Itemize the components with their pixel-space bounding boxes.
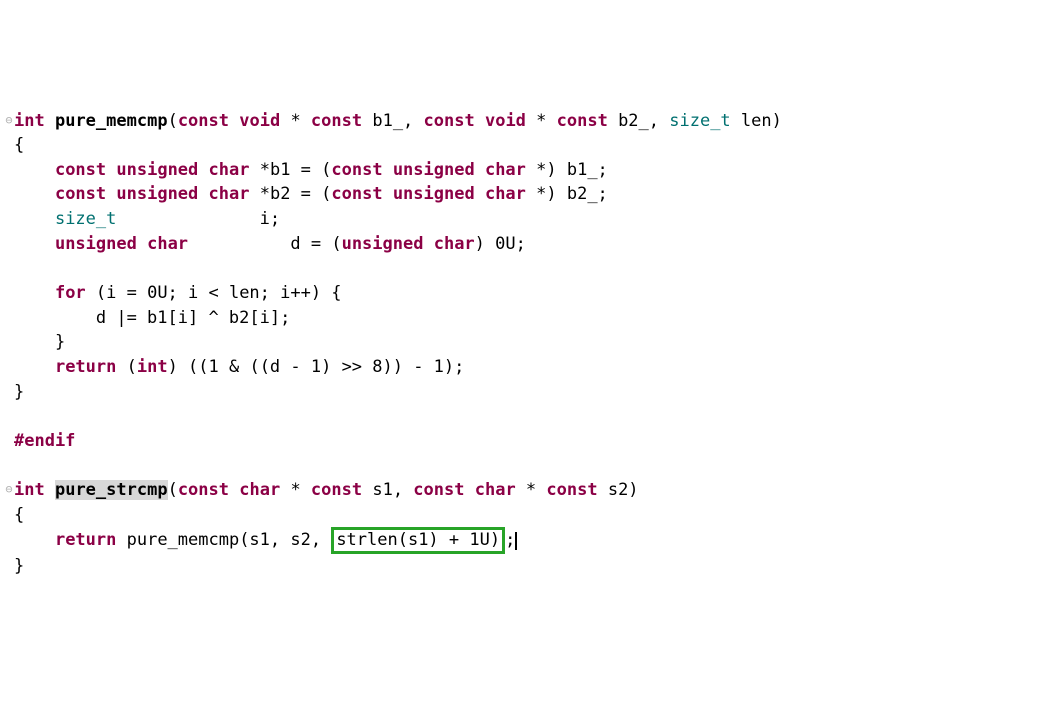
code-text: }	[14, 382, 24, 402]
code-text: ;	[505, 530, 515, 550]
code-text	[14, 530, 55, 550]
kw-const: const	[311, 111, 362, 131]
kw-const: const	[413, 480, 464, 500]
kw-unsigned: unsigned	[393, 184, 475, 204]
kw-const: const	[331, 184, 382, 204]
type-size_t: size_t	[55, 209, 116, 229]
code-text: d |= b1[i] ^ b2[i];	[14, 308, 290, 328]
code-text: {	[14, 505, 24, 525]
kw-char: char	[239, 480, 280, 500]
code-text	[14, 234, 55, 254]
code-text: (	[168, 111, 178, 131]
code-text: *) b2_;	[526, 184, 608, 204]
code-text: len)	[731, 111, 782, 131]
kw-const: const	[55, 184, 106, 204]
fold-marker[interactable]: ⊖	[4, 481, 14, 498]
kw-int: int	[14, 111, 45, 131]
code-text	[14, 283, 55, 303]
code-text: }	[14, 332, 65, 352]
kw-unsigned: unsigned	[116, 184, 198, 204]
code-text: *) b1_;	[526, 160, 608, 180]
kw-const: const	[55, 160, 106, 180]
kw-int: int	[137, 357, 168, 377]
code-text: s1,	[362, 480, 413, 500]
code-text: b2_,	[608, 111, 669, 131]
code-text: d = (	[188, 234, 342, 254]
code-text	[14, 160, 55, 180]
kw-char: char	[475, 480, 516, 500]
code-text: *b1 = (	[249, 160, 331, 180]
code-text: s2)	[598, 480, 639, 500]
kw-const: const	[178, 480, 229, 500]
kw-char: char	[209, 184, 250, 204]
code-text: *	[280, 480, 311, 500]
code-text: *b2 = (	[249, 184, 331, 204]
text-cursor	[515, 532, 517, 551]
type-size_t: size_t	[669, 111, 730, 131]
kw-char: char	[485, 160, 526, 180]
kw-int: int	[14, 480, 45, 500]
code-text: }	[14, 556, 24, 576]
pp-endif: #endif	[14, 431, 75, 451]
kw-char: char	[147, 234, 188, 254]
code-text: {	[14, 135, 24, 155]
kw-unsigned: unsigned	[116, 160, 198, 180]
code-text: (	[168, 480, 178, 500]
code-text: *	[516, 480, 547, 500]
kw-for: for	[55, 283, 86, 303]
kw-void: void	[485, 111, 526, 131]
kw-return: return	[55, 530, 116, 550]
code-text: *	[526, 111, 557, 131]
kw-const: const	[311, 480, 362, 500]
code-block: ⊖int pure_memcmp(const void * const b1_,…	[4, 109, 1064, 579]
highlight-box: strlen(s1) + 1U)	[331, 527, 505, 553]
code-text: *	[280, 111, 311, 131]
kw-const: const	[546, 480, 597, 500]
code-text: ) 0U;	[475, 234, 526, 254]
code-text: (	[116, 357, 136, 377]
kw-unsigned: unsigned	[393, 160, 475, 180]
code-text: ) ((1 & ((d - 1) >> 8)) - 1);	[168, 357, 465, 377]
kw-return: return	[55, 357, 116, 377]
code-text	[14, 184, 55, 204]
kw-char: char	[209, 160, 250, 180]
kw-char: char	[434, 234, 475, 254]
code-text: (i = 0U; i < len; i++) {	[86, 283, 342, 303]
kw-char: char	[485, 184, 526, 204]
highlighted-code: strlen(s1) + 1U)	[336, 530, 500, 550]
code-text	[14, 357, 55, 377]
kw-const: const	[331, 160, 382, 180]
kw-void: void	[239, 111, 280, 131]
code-text: i;	[116, 209, 280, 229]
fn-pure-memcmp: pure_memcmp	[55, 111, 168, 131]
code-text: pure_memcmp(s1, s2,	[116, 530, 331, 550]
code-text	[14, 209, 55, 229]
kw-unsigned: unsigned	[55, 234, 137, 254]
kw-const: const	[424, 111, 475, 131]
fn-pure-strcmp: pure_strcmp	[55, 480, 168, 500]
kw-const: const	[178, 111, 229, 131]
kw-const: const	[557, 111, 608, 131]
fold-marker[interactable]: ⊖	[4, 112, 14, 129]
code-text: b1_,	[362, 111, 423, 131]
kw-unsigned: unsigned	[342, 234, 424, 254]
